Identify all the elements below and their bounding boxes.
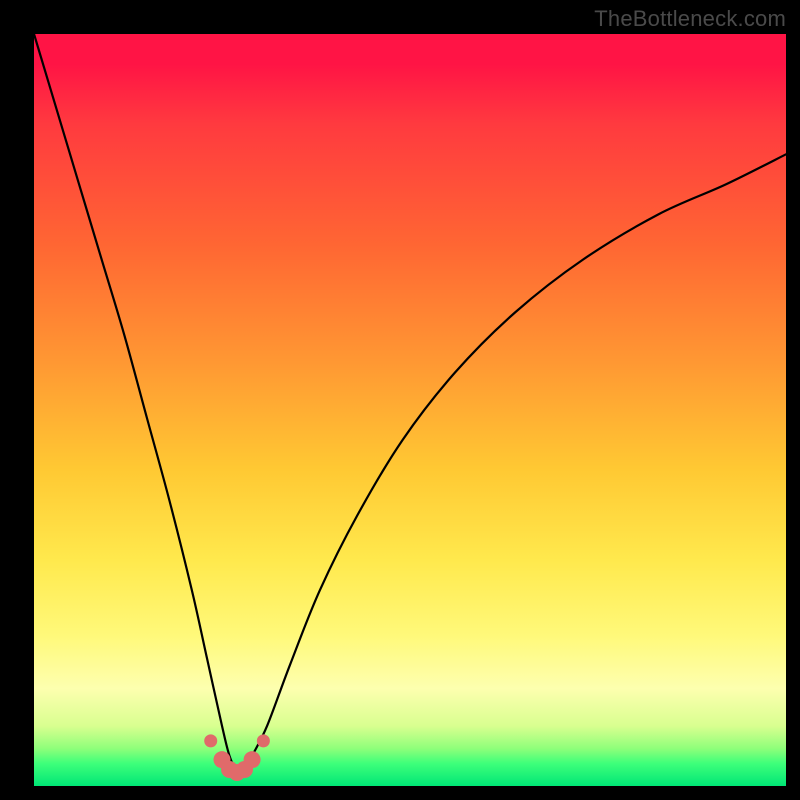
optimal-marker-dot <box>257 734 270 747</box>
optimal-marker-dot <box>244 751 261 768</box>
plot-area <box>34 34 786 786</box>
bottleneck-curve-path <box>34 34 786 773</box>
chart-frame: TheBottleneck.com <box>0 0 800 800</box>
optimal-region-markers <box>204 734 270 781</box>
bottleneck-curve-svg <box>34 34 786 786</box>
watermark-text: TheBottleneck.com <box>594 6 786 32</box>
optimal-marker-dot <box>204 734 217 747</box>
